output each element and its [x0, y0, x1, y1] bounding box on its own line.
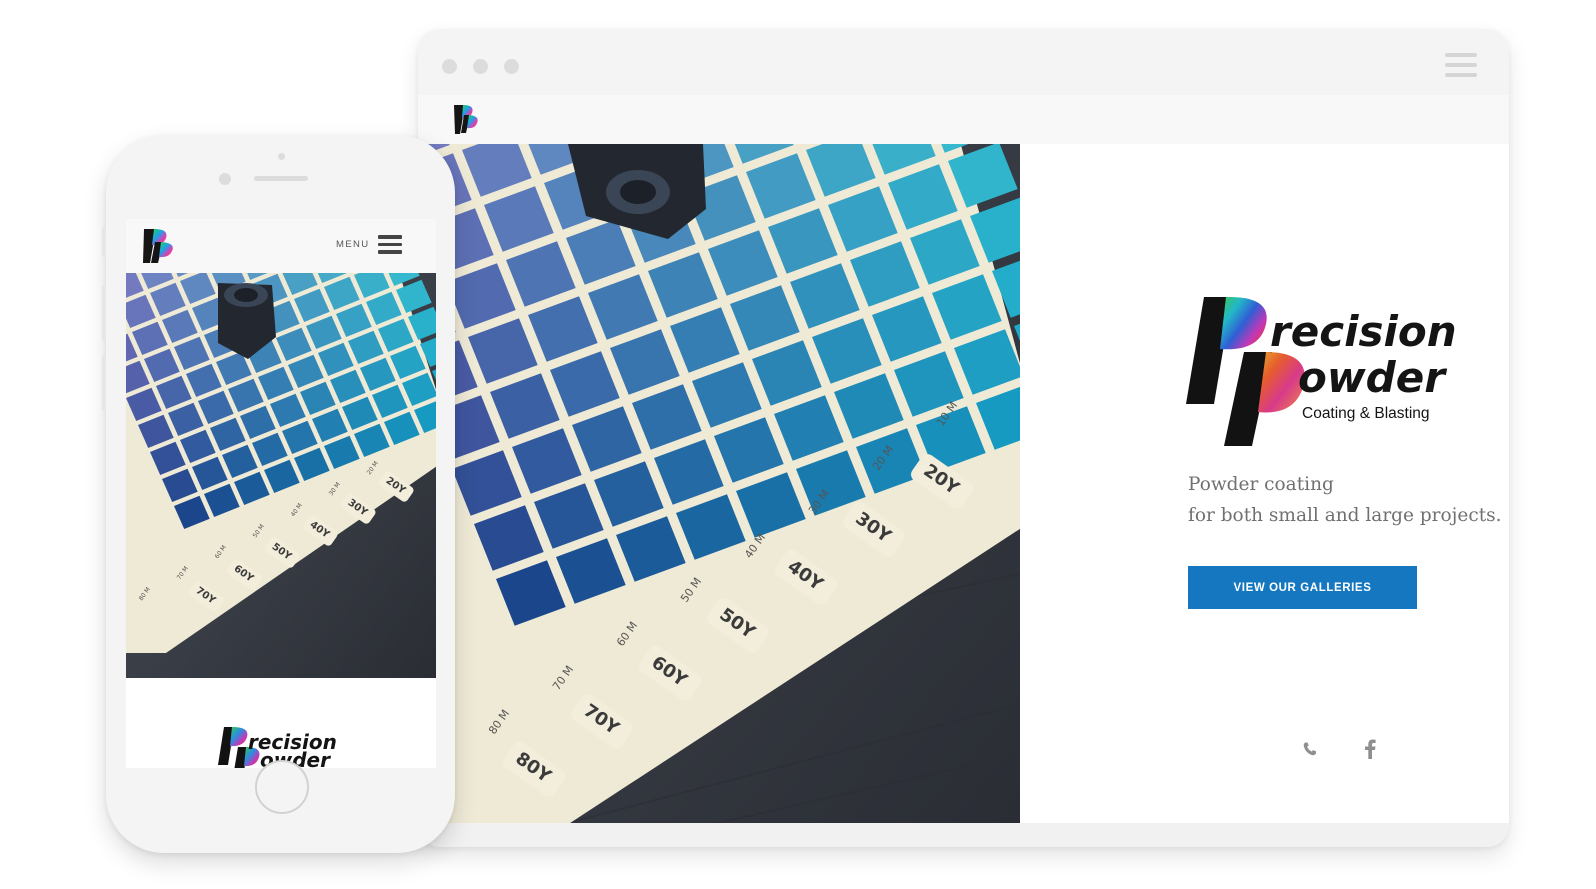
view-galleries-button[interactable]: VIEW OUR GALLERIES [1188, 566, 1417, 609]
phone-camera [219, 173, 231, 185]
phone-volume-down [102, 355, 106, 411]
brand-word-recision: recision [1270, 307, 1457, 356]
window-dot-maximize [504, 59, 519, 74]
mobile-menu-label[interactable]: MENU [336, 239, 370, 250]
phone-screen: MENU 20Y 30Y 40Y 50Y 60Y 70Y 20 M 30 M 40 M5 [126, 219, 436, 768]
pp-logo-mobile[interactable] [139, 225, 177, 267]
phone-home-button[interactable] [255, 760, 309, 814]
brand-word-owder: owder [1298, 353, 1447, 402]
mobile-color-chart-image: 20Y30Y40Y50Y60Y70Y20 M30 M40 M50 M60 M70… [126, 273, 436, 678]
mobile-header: MENU [126, 219, 436, 273]
color-swatch-chart-image: 20Y30Y40Y50Y60Y70Y80Y10 M20 M30 M40 M50 … [418, 144, 1020, 823]
hero-tagline: Powder coating for both small and large … [1188, 469, 1502, 531]
tagline-line-1: Powder coating [1188, 474, 1334, 495]
site-header [418, 95, 1509, 144]
browser-menu-icon[interactable] [1445, 53, 1477, 79]
phone-volume-up [102, 285, 106, 341]
precision-powder-logo[interactable]: recision owder Coating & Blasting [1186, 294, 1462, 450]
facebook-icon[interactable] [1360, 739, 1380, 759]
mobile-menu-icon[interactable] [378, 235, 402, 255]
phone-sensor [278, 153, 285, 160]
phone-icon[interactable] [1300, 739, 1320, 759]
brand-subtitle: Coating & Blasting [1302, 405, 1430, 422]
hero-content-panel: recision owder Coating & Blasting Powder… [1020, 144, 1509, 823]
window-dot-close [442, 59, 457, 74]
desktop-browser-mockup: 20Y 30Y 40Y 50Y 60Y 70Y 80Y 10 M 20 M 30 M 40 M 50 … [418, 29, 1509, 847]
tagline-line-2: for both small and large projects. [1188, 505, 1502, 526]
phone-speaker [254, 176, 308, 181]
mobile-hero-photo: 20Y 30Y 40Y 50Y 60Y 70Y 20 M 30 M 40 M 50 M 60 M 70… [126, 273, 436, 678]
window-dot-minimize [473, 59, 488, 74]
phone-side-button [102, 227, 106, 257]
pp-logo-small[interactable] [451, 101, 481, 137]
phone-mockup: MENU 20Y 30Y 40Y 50Y 60Y 70Y 20 M 30 M 40 M5 [102, 135, 455, 853]
hero-photo-color-chart: 20Y 30Y 40Y 50Y 60Y 70Y 80Y 10 M 20 M 30 M 40 M 50 … [418, 144, 1020, 823]
browser-footer-strip [418, 823, 1509, 847]
